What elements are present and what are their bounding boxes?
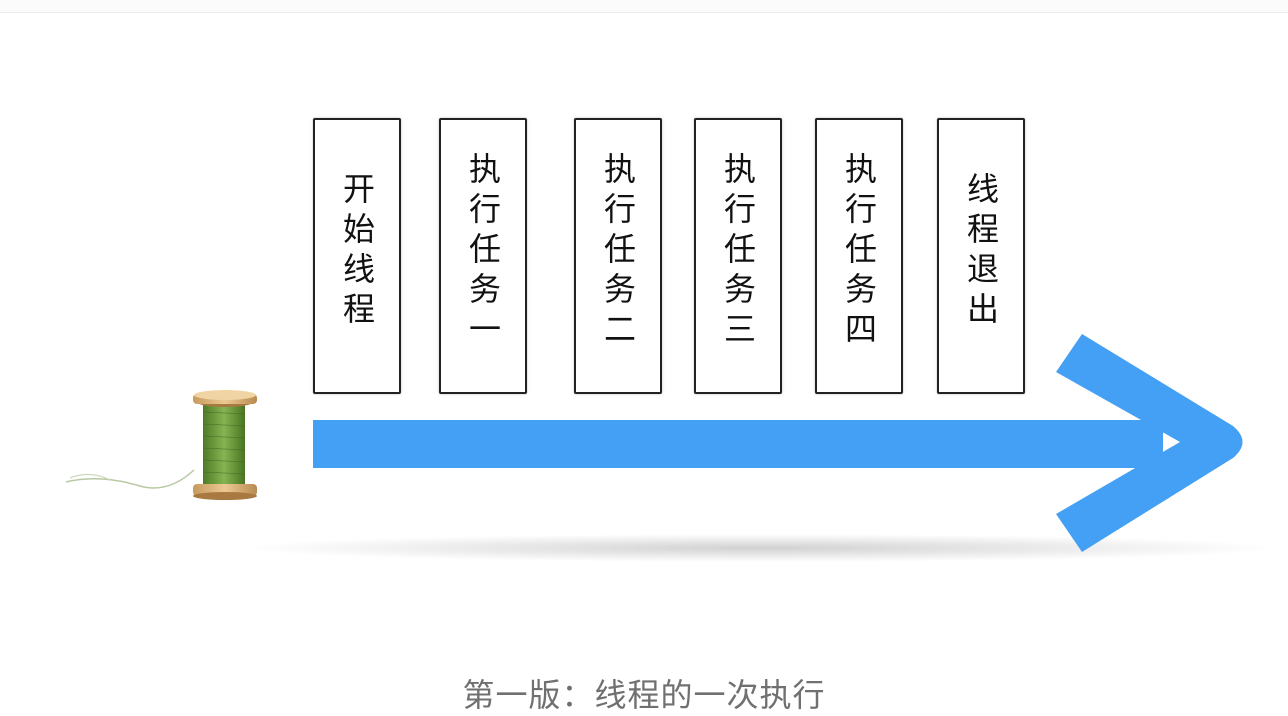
box-task-1: 执行任务一	[439, 118, 527, 394]
diagram-stage: 开始线程 执行任务一 执行任务二 执行任务三 执行任务四 线程退出 第一版：线程…	[0, 0, 1288, 716]
box-task-3: 执行任务三	[694, 118, 782, 394]
thread-spool-icon	[65, 390, 257, 500]
arrow-shadow	[240, 534, 1280, 562]
diagram-caption: 第一版：线程的一次执行	[462, 676, 826, 714]
box-label: 执行任务三	[719, 152, 757, 352]
box-task-2: 执行任务二	[574, 118, 662, 394]
box-label: 线程退出	[962, 172, 1000, 332]
box-label: 执行任务四	[840, 152, 878, 352]
box-label: 开始线程	[338, 172, 376, 332]
box-label: 执行任务二	[599, 152, 637, 352]
box-label: 执行任务一	[464, 152, 502, 352]
box-start-thread: 开始线程	[313, 118, 401, 394]
box-thread-exit: 线程退出	[937, 118, 1025, 394]
box-task-4: 执行任务四	[815, 118, 903, 394]
